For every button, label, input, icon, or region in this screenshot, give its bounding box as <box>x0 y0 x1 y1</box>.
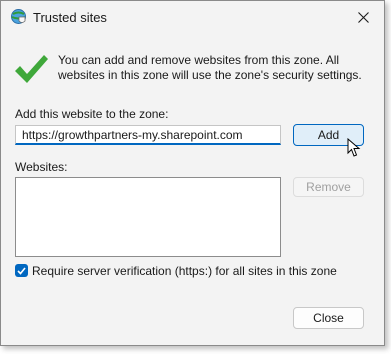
checkbox-check-icon <box>17 266 26 275</box>
remove-button[interactable]: Remove <box>293 177 364 197</box>
close-button[interactable]: Close <box>293 307 364 329</box>
intro-text: You can add and remove websites from thi… <box>58 53 362 82</box>
require-verification-checkbox[interactable] <box>15 264 28 277</box>
website-url-input[interactable] <box>15 125 281 145</box>
checkmark-icon <box>13 53 49 87</box>
websites-label: Websites: <box>15 160 68 174</box>
websites-list[interactable] <box>15 177 281 257</box>
window-title: Trusted sites <box>33 10 107 25</box>
globe-shield-icon <box>10 8 27 25</box>
require-verification-label: Require server verification (https:) for… <box>32 264 337 278</box>
close-icon[interactable] <box>352 6 374 28</box>
title-bar: Trusted sites <box>1 1 384 33</box>
trusted-sites-dialog: Trusted sites You can add and remove web… <box>0 0 385 346</box>
mouse-pointer-icon <box>347 137 361 158</box>
add-website-label: Add this website to the zone: <box>15 107 169 121</box>
